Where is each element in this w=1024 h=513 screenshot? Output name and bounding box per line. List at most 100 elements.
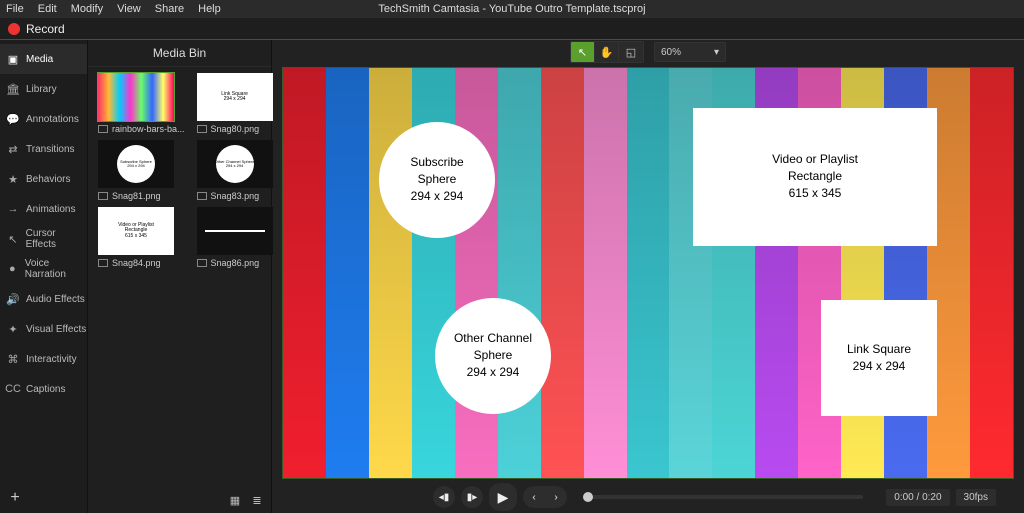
- sidebar-item-annotations[interactable]: 💬 Annotations: [0, 104, 87, 134]
- thumbnail[interactable]: [197, 207, 273, 255]
- sidebar-item-captions[interactable]: CC Captions: [0, 374, 87, 404]
- thumbnail-text: Video or Playlist Rectangle 615 x 345: [118, 223, 154, 240]
- transport-bar: ◂▮ ▮▸ ▶ ‹ › 0:00 / 0:20 30fps: [272, 481, 1024, 513]
- menu-view[interactable]: View: [117, 3, 141, 15]
- step-next-button[interactable]: ›: [545, 486, 567, 508]
- menu-bar: File Edit Modify View Share Help: [0, 0, 1024, 18]
- tool-sidebar: ▣ Media 🏛 Library 💬 Annotations ⇄ Transition…: [0, 40, 88, 513]
- image-icon: [197, 259, 207, 267]
- sidebar-item-label: Cursor Effects: [26, 228, 87, 250]
- media-item-name: Snag86.png: [211, 258, 260, 268]
- menu-help[interactable]: Help: [198, 3, 221, 15]
- menu-share[interactable]: Share: [155, 3, 184, 15]
- image-icon: [197, 192, 207, 200]
- step-back-button[interactable]: ▮▸: [461, 486, 483, 508]
- placeholder-label: Video or Playlist Rectangle 615 x 345: [772, 151, 858, 201]
- media-item[interactable]: rainbow-bars-ba...: [92, 71, 191, 138]
- audio-icon: 🔊: [6, 292, 20, 306]
- add-button[interactable]: +: [6, 489, 24, 507]
- image-icon: [98, 192, 108, 200]
- sidebar-item-transitions[interactable]: ⇄ Transitions: [0, 134, 87, 164]
- placeholder-link-square[interactable]: Link Square 294 x 294: [821, 300, 937, 416]
- sidebar-item-label: Library: [26, 84, 57, 95]
- captions-icon: CC: [6, 382, 20, 396]
- scrubber-handle[interactable]: [583, 492, 593, 502]
- media-item-name: Snag84.png: [112, 258, 161, 268]
- media-bin-grid: rainbow-bars-ba... Link Square 294 x 294…: [88, 67, 271, 276]
- zoom-dropdown[interactable]: 60% ▾: [654, 42, 726, 62]
- animations-icon: →: [6, 202, 20, 216]
- media-icon: ▣: [6, 52, 20, 66]
- pan-tool-button[interactable]: ✋: [595, 42, 619, 62]
- thumbnail-text: Other Channel Sphere 294 x 294: [216, 145, 254, 183]
- vfx-icon: ✦: [6, 322, 20, 336]
- annotations-icon: 💬: [6, 112, 20, 126]
- media-item-name: Snag83.png: [211, 191, 260, 201]
- sidebar-item-media[interactable]: ▣ Media: [0, 44, 87, 74]
- media-item[interactable]: Video or Playlist Rectangle 615 x 345 Sn…: [92, 205, 191, 272]
- sidebar-item-label: Transitions: [26, 144, 75, 155]
- record-icon[interactable]: [8, 23, 20, 35]
- sidebar-item-interactivity[interactable]: ⌘ Interactivity: [0, 344, 87, 374]
- bin-list-view-button[interactable]: ≣: [249, 493, 265, 507]
- media-bin-panel: Media Bin rainbow-bars-ba... Link Square…: [88, 40, 272, 513]
- bin-grid-view-button[interactable]: ▦: [227, 493, 243, 507]
- thumbnail[interactable]: Video or Playlist Rectangle 615 x 345: [98, 207, 174, 255]
- sidebar-item-voice-narration[interactable]: ●Voice Narration: [0, 254, 87, 284]
- sidebar-item-label: Visual Effects: [26, 324, 86, 335]
- media-item[interactable]: Other Channel Sphere 294 x 294 Snag83.pn…: [191, 138, 279, 205]
- sidebar-item-label: Captions: [26, 384, 65, 395]
- placeholder-label: Link Square 294 x 294: [847, 341, 911, 375]
- media-bin-title: Media Bin: [88, 40, 271, 67]
- transitions-icon: ⇄: [6, 142, 20, 156]
- canvas-area: ↖ ✋ ◱ 60% ▾ Subscribe Sphere 294 x 294 Ot…: [272, 40, 1024, 513]
- cursor-icon: ↖: [6, 232, 20, 246]
- sidebar-item-label: Behaviors: [26, 174, 70, 185]
- thumbnail[interactable]: Subscribe Sphere 294 x 294: [98, 140, 174, 188]
- preview-canvas[interactable]: Subscribe Sphere 294 x 294 Other Channel…: [282, 67, 1014, 479]
- chevron-down-icon: ▾: [714, 47, 719, 58]
- sidebar-item-visual-effects[interactable]: ✦ Visual Effects: [0, 314, 87, 344]
- media-item-name: Snag80.png: [211, 124, 260, 134]
- sidebar-item-behaviors[interactable]: ★ Behaviors: [0, 164, 87, 194]
- step-prev-button[interactable]: ‹: [523, 486, 545, 508]
- media-item[interactable]: Snag86.png: [191, 205, 279, 272]
- thumbnail[interactable]: Other Channel Sphere 294 x 294: [197, 140, 273, 188]
- sidebar-item-label: Interactivity: [26, 354, 77, 365]
- fps-display[interactable]: 30fps: [956, 489, 996, 506]
- record-button[interactable]: Record: [26, 22, 65, 36]
- sidebar-item-library[interactable]: 🏛 Library: [0, 74, 87, 104]
- media-item-name: rainbow-bars-ba...: [112, 124, 185, 134]
- behaviors-icon: ★: [6, 172, 20, 186]
- thumbnail-text: Subscribe Sphere 294 x 294: [117, 145, 155, 183]
- scrubber[interactable]: [583, 495, 863, 499]
- interactivity-icon: ⌘: [6, 352, 20, 366]
- thumbnail[interactable]: Link Square 294 x 294: [197, 73, 273, 121]
- media-item[interactable]: Link Square 294 x 294 Snag80.png: [191, 71, 279, 138]
- sidebar-item-label: Media: [26, 54, 53, 65]
- canvas-toolbar: ↖ ✋ ◱ 60% ▾: [272, 40, 1024, 64]
- placeholder-subscribe-sphere[interactable]: Subscribe Sphere 294 x 294: [379, 122, 495, 238]
- library-icon: 🏛: [6, 82, 20, 96]
- play-button[interactable]: ▶: [489, 483, 517, 511]
- image-icon: [98, 125, 108, 133]
- select-tool-button[interactable]: ↖: [571, 42, 595, 62]
- menu-file[interactable]: File: [6, 3, 24, 15]
- sidebar-item-label: Voice Narration: [25, 258, 87, 280]
- sidebar-item-audio-effects[interactable]: 🔊Audio Effects: [0, 284, 87, 314]
- prev-frame-button[interactable]: ◂▮: [433, 486, 455, 508]
- thumbnail-rainbow[interactable]: [98, 73, 174, 121]
- placeholder-video-playlist-rect[interactable]: Video or Playlist Rectangle 615 x 345: [693, 108, 937, 246]
- sidebar-item-cursor-effects[interactable]: ↖ Cursor Effects: [0, 224, 87, 254]
- crop-tool-button[interactable]: ◱: [619, 42, 643, 62]
- media-item-name: Snag81.png: [112, 191, 161, 201]
- menu-modify[interactable]: Modify: [71, 3, 103, 15]
- sidebar-item-label: Annotations: [26, 114, 79, 125]
- sidebar-item-label: Animations: [26, 204, 75, 215]
- placeholder-other-channel-sphere[interactable]: Other Channel Sphere 294 x 294: [435, 298, 551, 414]
- sidebar-item-animations[interactable]: → Animations: [0, 194, 87, 224]
- image-icon: [197, 125, 207, 133]
- media-item[interactable]: Subscribe Sphere 294 x 294 Snag81.png: [92, 138, 191, 205]
- menu-edit[interactable]: Edit: [38, 3, 57, 15]
- zoom-value: 60%: [661, 47, 681, 58]
